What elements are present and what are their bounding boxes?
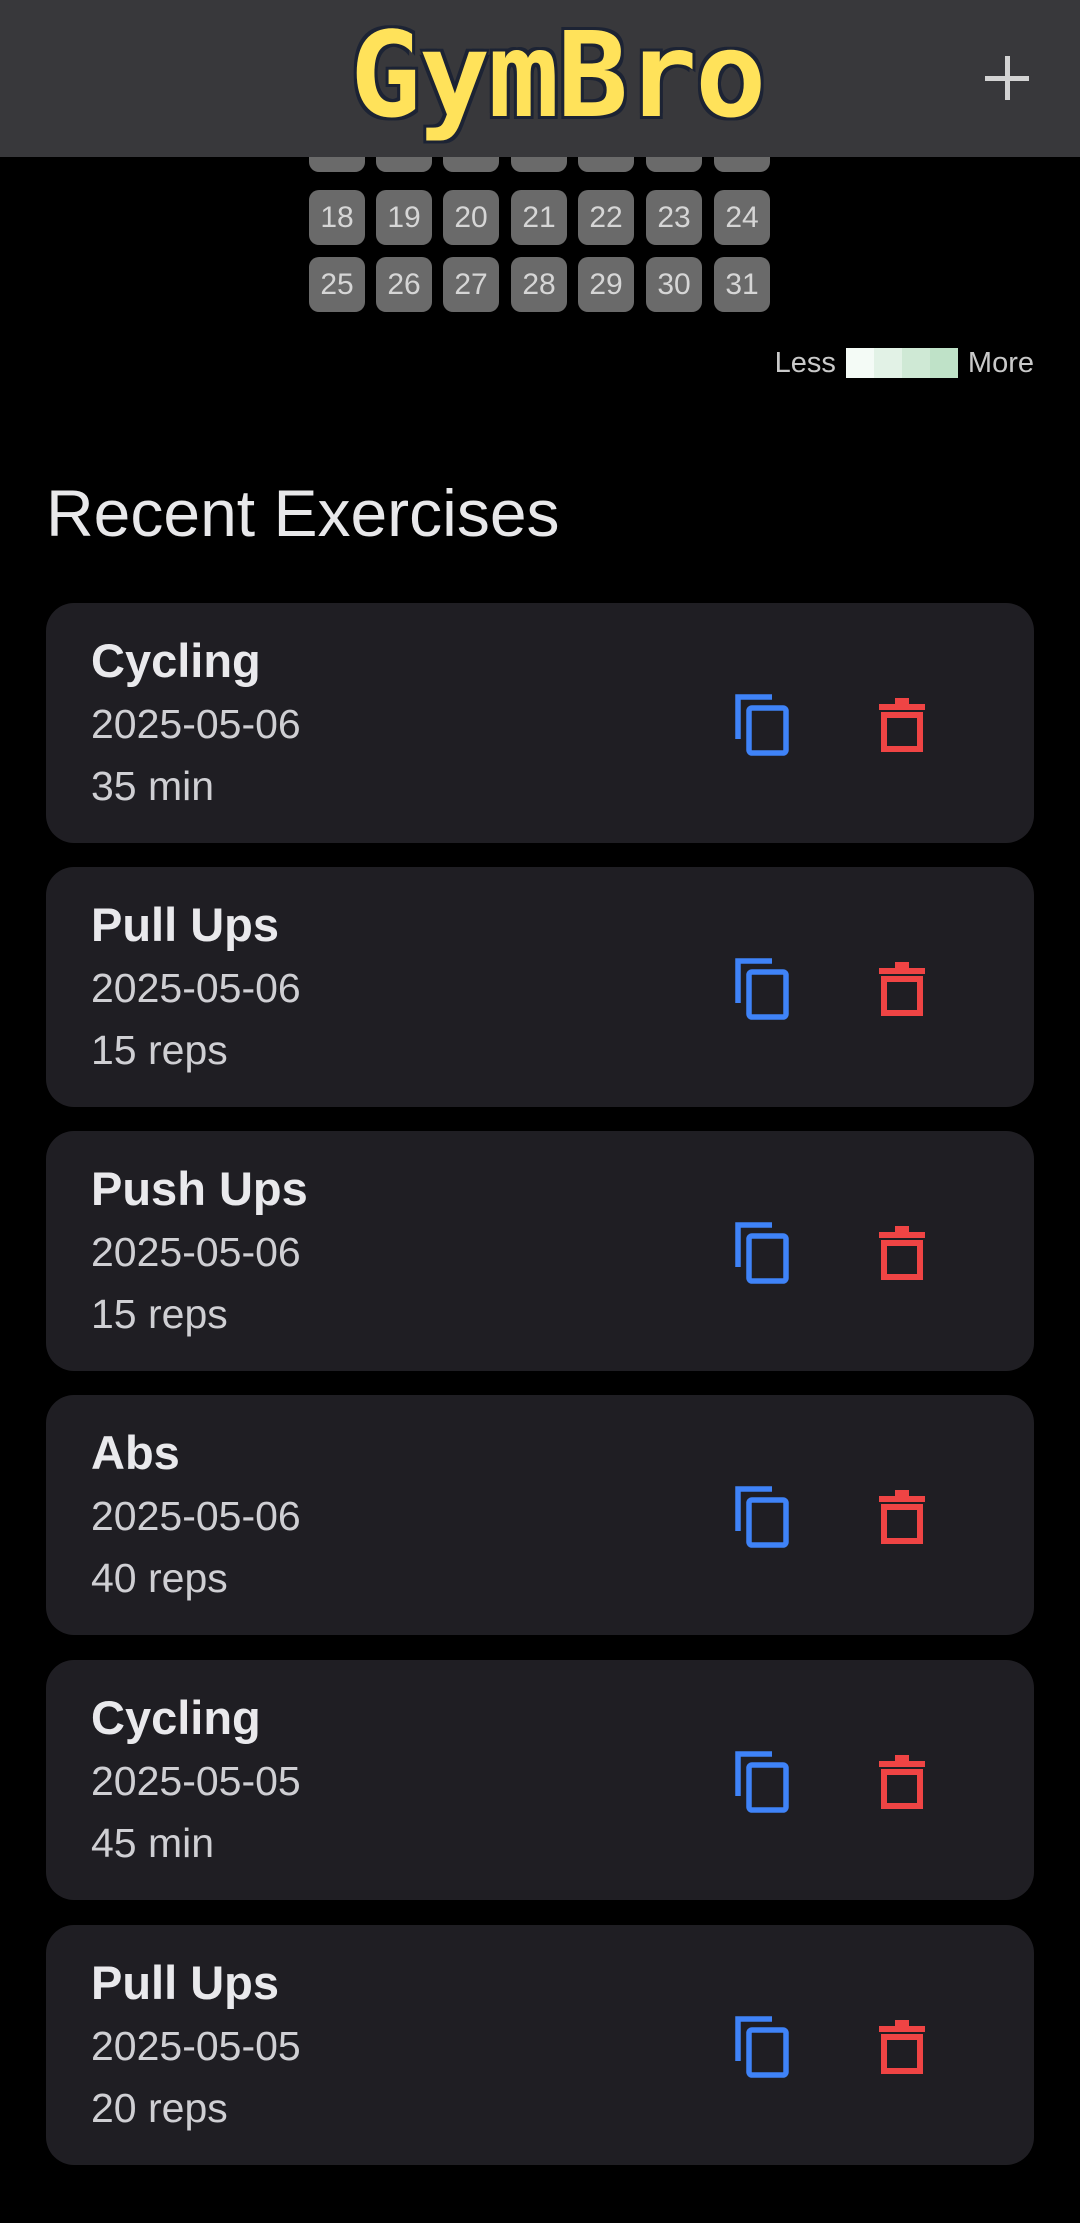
delete-button[interactable] bbox=[877, 1487, 927, 1545]
copy-icon bbox=[735, 1486, 789, 1548]
trash-icon bbox=[879, 1755, 925, 1809]
exercise-card[interactable]: Cycling 2025-05-05 45 min bbox=[46, 1660, 1034, 1900]
exercise-date: 2025-05-05 bbox=[91, 2023, 301, 2069]
app-header: GymBro bbox=[0, 0, 1080, 157]
legend-swatch bbox=[873, 348, 902, 378]
exercise-card[interactable]: Cycling 2025-05-06 35 min bbox=[46, 603, 1034, 843]
exercise-date: 2025-05-06 bbox=[91, 1493, 301, 1539]
exercise-card[interactable]: Abs 2025-05-06 40 reps bbox=[46, 1395, 1034, 1635]
exercise-amount: 40 reps bbox=[91, 1555, 228, 1601]
calendar-day[interactable]: 25 bbox=[309, 257, 365, 312]
calendar-day[interactable]: 19 bbox=[376, 190, 432, 245]
delete-button[interactable] bbox=[877, 2017, 927, 2075]
exercise-name: Cycling bbox=[91, 1691, 261, 1744]
exercise-date: 2025-05-06 bbox=[91, 1229, 301, 1275]
calendar-day[interactable]: 20 bbox=[443, 190, 499, 245]
calendar-day[interactable]: 28 bbox=[511, 257, 567, 312]
calendar-day[interactable]: 21 bbox=[511, 190, 567, 245]
exercise-amount: 35 min bbox=[91, 763, 215, 809]
calendar-day[interactable]: 23 bbox=[646, 190, 702, 245]
delete-button[interactable] bbox=[877, 695, 927, 753]
legend-swatch bbox=[901, 348, 930, 378]
legend-swatch bbox=[845, 348, 874, 378]
copy-button[interactable] bbox=[732, 955, 792, 1021]
exercise-name: Abs bbox=[91, 1426, 180, 1479]
calendar-day[interactable]: 29 bbox=[578, 257, 634, 312]
trash-icon bbox=[879, 1226, 925, 1280]
copy-button[interactable] bbox=[732, 691, 792, 757]
delete-button[interactable] bbox=[877, 959, 927, 1017]
trash-icon bbox=[879, 962, 925, 1016]
exercise-date: 2025-05-05 bbox=[91, 1758, 301, 1804]
exercise-card[interactable]: Push Ups 2025-05-06 15 reps bbox=[46, 1131, 1034, 1371]
calendar-day[interactable]: 22 bbox=[578, 190, 634, 245]
exercise-name: Pull Ups bbox=[91, 1956, 280, 2009]
legend-swatches bbox=[845, 348, 958, 378]
calendar-day[interactable]: 30 bbox=[646, 257, 702, 312]
copy-icon bbox=[735, 2016, 789, 2078]
app-title: GymBro bbox=[350, 6, 766, 144]
legend-more-label: More bbox=[967, 346, 1034, 379]
exercise-name: Cycling bbox=[91, 634, 261, 687]
add-exercise-button[interactable] bbox=[985, 52, 1037, 104]
copy-icon bbox=[735, 1222, 789, 1284]
calendar-day[interactable]: 31 bbox=[714, 257, 770, 312]
trash-icon bbox=[879, 698, 925, 752]
copy-icon bbox=[735, 694, 789, 756]
trash-icon bbox=[879, 2020, 925, 2074]
copy-button[interactable] bbox=[732, 1219, 792, 1285]
heatmap-legend: Less More bbox=[775, 343, 1034, 383]
calendar-day[interactable]: 24 bbox=[714, 190, 770, 245]
legend-swatch bbox=[929, 348, 958, 378]
exercise-name: Pull Ups bbox=[91, 898, 280, 951]
calendar-day[interactable]: 26 bbox=[376, 257, 432, 312]
exercise-date: 2025-05-06 bbox=[91, 965, 301, 1011]
exercise-amount: 15 reps bbox=[91, 1291, 228, 1337]
copy-button[interactable] bbox=[732, 2013, 792, 2079]
exercise-card[interactable]: Pull Ups 2025-05-06 15 reps bbox=[46, 867, 1034, 1107]
section-title: Recent Exercises bbox=[46, 476, 560, 550]
legend-less-label: Less bbox=[774, 346, 836, 379]
exercise-date: 2025-05-06 bbox=[91, 701, 301, 747]
copy-icon bbox=[735, 958, 789, 1020]
app-logo: GymBro bbox=[350, 6, 766, 144]
copy-button[interactable] bbox=[732, 1483, 792, 1549]
copy-button[interactable] bbox=[732, 1748, 792, 1814]
calendar-day[interactable]: 18 bbox=[309, 190, 365, 245]
delete-button[interactable] bbox=[877, 1223, 927, 1281]
exercise-amount: 20 reps bbox=[91, 2085, 228, 2131]
copy-icon bbox=[735, 1751, 789, 1813]
exercise-name: Push Ups bbox=[91, 1162, 308, 1215]
exercise-amount: 45 min bbox=[91, 1820, 215, 1866]
calendar-day[interactable]: 27 bbox=[443, 257, 499, 312]
exercise-amount: 15 reps bbox=[91, 1027, 228, 1073]
trash-icon bbox=[879, 1490, 925, 1544]
exercise-card[interactable]: Pull Ups 2025-05-05 20 reps bbox=[46, 1925, 1034, 2165]
delete-button[interactable] bbox=[877, 1752, 927, 1810]
